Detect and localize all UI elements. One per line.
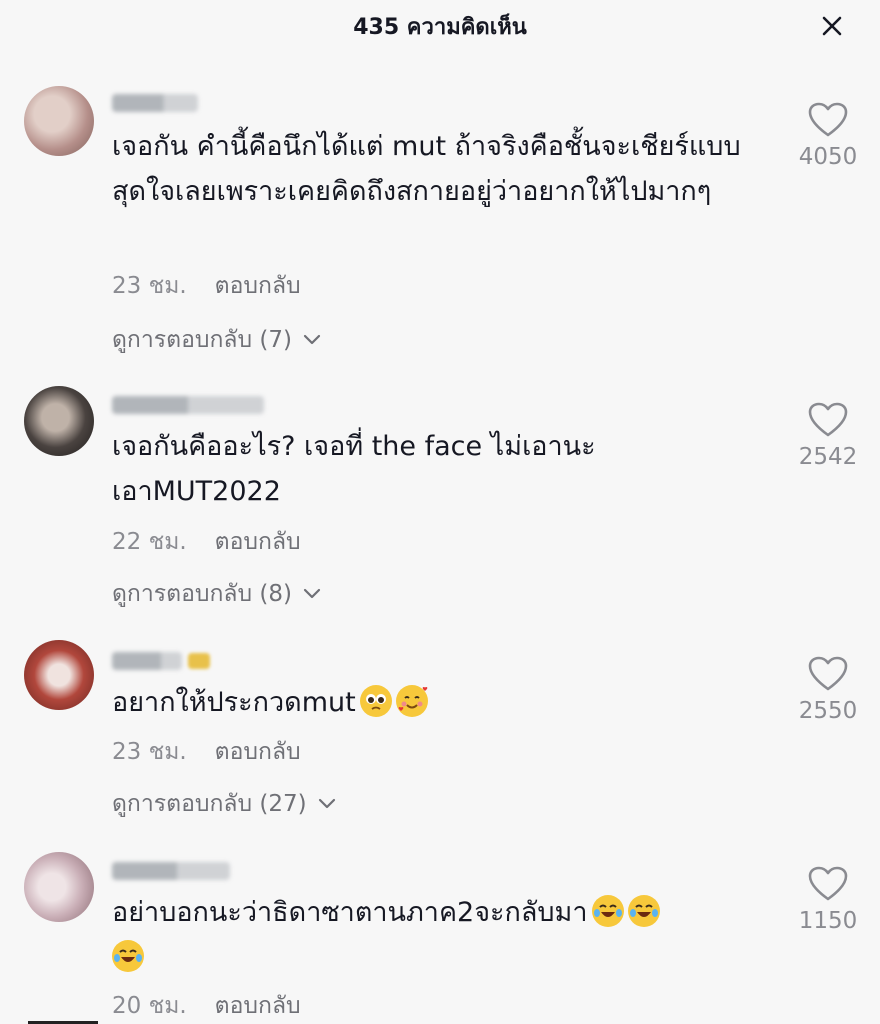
tears-of-joy-emoji — [627, 895, 660, 927]
username-blurred[interactable] — [112, 862, 230, 880]
view-replies-label: ดูการตอบกลับ (8) — [112, 581, 292, 607]
comment-text: เจอกันคืออะไร? เจอที่ the face ไม่เอานะ … — [112, 431, 596, 507]
comment-meta: 20 ชม. ตอบกลับ — [112, 988, 301, 1024]
comments-count-title: 435 ความคิดเห็น — [353, 14, 527, 40]
like-count: 4050 — [798, 144, 858, 170]
like-group: 2550 — [790, 656, 866, 724]
comments-header: 435 ความคิดเห็น — [0, 0, 880, 52]
comment-time: 23 ชม. — [112, 739, 187, 765]
username-blurred[interactable] — [112, 396, 264, 414]
like-count: 1150 — [798, 908, 858, 934]
avatar[interactable] — [24, 640, 94, 710]
comment-text: อย่าบอกนะว่าธิดาซาตานภาค2จะกลับมา — [112, 890, 732, 980]
comment-text: อยากให้ประกวดmut — [112, 680, 752, 725]
comment-text-content: อยากให้ประกวดmut — [112, 687, 356, 718]
heart-icon[interactable] — [808, 402, 848, 438]
view-replies-button[interactable]: ดูการตอบกลับ (8) — [112, 576, 322, 612]
avatar[interactable] — [24, 386, 94, 456]
chevron-down-icon — [318, 798, 335, 809]
reply-button[interactable]: ตอบกลับ — [215, 734, 301, 770]
comment-time: 20 ชม. — [112, 993, 187, 1019]
avatar[interactable] — [24, 852, 94, 922]
chevron-down-icon — [303, 588, 321, 599]
comment-text: เจอกัน คำนี้คือนึกได้แต่ mut ถ้าจริงคือช… — [112, 131, 741, 207]
comment-time: 22 ชม. — [112, 529, 187, 555]
view-replies-button[interactable]: ดูการตอบกลับ (7) — [112, 322, 322, 358]
view-replies-button[interactable]: ดูการตอบกลับ (27) — [112, 786, 337, 822]
tears-of-joy-emoji — [112, 940, 144, 972]
comment-meta: 22 ชม. ตอบกลับ — [112, 524, 301, 560]
like-count: 2550 — [798, 698, 858, 724]
heart-icon[interactable] — [808, 102, 848, 138]
like-group: 2542 — [790, 402, 866, 470]
avatar[interactable] — [24, 86, 94, 156]
pleading-face-emoji — [359, 685, 392, 717]
comment-time: 23 ชม. — [112, 273, 187, 299]
heart-icon[interactable] — [808, 656, 848, 692]
reply-button[interactable]: ตอบกลับ — [215, 524, 301, 560]
like-group: 1150 — [790, 866, 866, 934]
reply-button[interactable]: ตอบกลับ — [215, 988, 301, 1024]
close-icon[interactable] — [818, 12, 846, 40]
heart-icon[interactable] — [808, 866, 848, 902]
comment-text-content: อย่าบอกนะว่าธิดาซาตานภาค2จะกลับมา — [112, 897, 588, 928]
comment-meta: 23 ชม. ตอบกลับ — [112, 734, 301, 770]
like-count: 2542 — [798, 444, 858, 470]
username-blurred[interactable] — [112, 652, 182, 670]
reply-button[interactable]: ตอบกลับ — [215, 268, 301, 304]
smiling-face-with-hearts-emoji — [395, 685, 428, 717]
username-blurred[interactable] — [112, 94, 198, 112]
verified-badge — [188, 653, 210, 669]
like-group: 4050 — [790, 102, 866, 170]
view-replies-label: ดูการตอบกลับ (7) — [112, 327, 292, 353]
view-replies-label: ดูการตอบกลับ (27) — [112, 791, 307, 817]
chevron-down-icon — [303, 334, 321, 345]
tears-of-joy-emoji — [591, 895, 624, 927]
comment-meta: 23 ชม. ตอบกลับ — [112, 268, 301, 304]
